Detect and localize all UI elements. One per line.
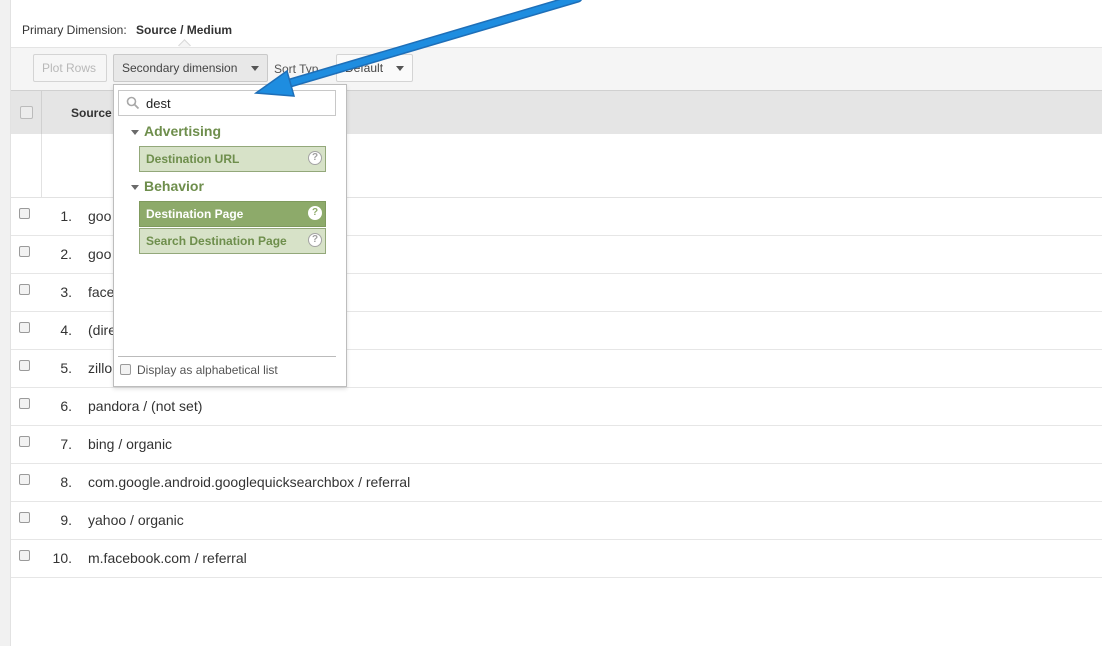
secondary-dimension-dropdown: Advertising Destination URL ? Behavior D… — [113, 84, 347, 387]
dimension-option-label: Destination URL — [146, 152, 240, 166]
row-checkbox[interactable] — [19, 246, 30, 257]
search-icon — [126, 96, 140, 110]
select-all-checkbox[interactable] — [20, 106, 33, 119]
row-number: 8. — [60, 474, 72, 490]
table-row: 9. yahoo / organic — [11, 502, 1102, 540]
row-number: 5. — [60, 360, 72, 376]
group-header-behavior[interactable]: Behavior — [131, 178, 204, 194]
row-number: 10. — [52, 550, 72, 566]
row-checkbox[interactable] — [19, 436, 30, 447]
row-number: 1. — [60, 208, 72, 224]
row-checkbox[interactable] — [19, 398, 30, 409]
dimension-search-box — [118, 90, 336, 116]
table-row: 6. pandora / (not set) — [11, 388, 1102, 426]
row-source[interactable]: com.google.android.googlequicksearchbox … — [88, 474, 410, 490]
column-divider — [41, 134, 42, 197]
dimension-option-search-destination-page[interactable]: Search Destination Page ? — [139, 228, 326, 254]
row-source[interactable]: m.facebook.com / referral — [88, 550, 247, 566]
row-source[interactable]: (dire — [88, 322, 116, 338]
table-row: 7. bing / organic — [11, 426, 1102, 464]
row-checkbox[interactable] — [19, 512, 30, 523]
dropdown-divider — [118, 356, 336, 357]
dimension-option-label: Search Destination Page — [146, 234, 287, 248]
sort-type-select[interactable]: Default — [336, 54, 413, 82]
chevron-down-icon — [251, 66, 259, 71]
column-header-source[interactable]: Source — [71, 106, 112, 120]
row-number: 9. — [60, 512, 72, 528]
row-checkbox[interactable] — [19, 474, 30, 485]
row-checkbox[interactable] — [19, 208, 30, 219]
table-row: 8. com.google.android.googlequicksearchb… — [11, 464, 1102, 502]
row-number: 2. — [60, 246, 72, 262]
secondary-dimension-label: Secondary dimension — [122, 61, 238, 75]
group-header-label: Behavior — [144, 178, 204, 194]
row-source[interactable]: yahoo / organic — [88, 512, 184, 528]
secondary-dimension-button[interactable]: Secondary dimension — [113, 54, 268, 82]
alphabetical-list-label: Display as alphabetical list — [137, 363, 278, 377]
row-source[interactable]: goo — [88, 208, 111, 224]
help-icon[interactable]: ? — [308, 233, 322, 247]
table-row: 10. m.facebook.com / referral — [11, 540, 1102, 578]
row-checkbox[interactable] — [19, 284, 30, 295]
primary-dimension: Primary Dimension: Source / Medium — [22, 23, 232, 37]
row-source[interactable]: zillo — [88, 360, 112, 376]
row-source[interactable]: face — [88, 284, 114, 300]
caret-down-icon — [131, 184, 139, 190]
group-header-label: Advertising — [144, 123, 222, 139]
alphabetical-list-checkbox[interactable] — [120, 364, 131, 376]
primary-dimension-label: Primary Dimension: — [22, 23, 127, 37]
header-select-cell — [11, 91, 42, 134]
sort-type-label: Sort Typ — [274, 62, 319, 76]
primary-dimension-value[interactable]: Source / Medium — [136, 23, 232, 37]
dimension-option-destination-page[interactable]: Destination Page ? — [139, 201, 326, 227]
row-number: 6. — [60, 398, 72, 414]
dimension-option-label: Destination Page — [146, 207, 244, 221]
caret-down-icon — [131, 129, 139, 135]
sort-type-value: Default — [345, 61, 384, 75]
row-number: 4. — [60, 322, 72, 338]
dimension-search-input[interactable] — [146, 93, 326, 113]
alphabetical-list-toggle[interactable]: Display as alphabetical list — [120, 363, 278, 377]
dimension-option-destination-url[interactable]: Destination URL ? — [139, 146, 326, 172]
left-gutter — [0, 0, 11, 646]
row-checkbox[interactable] — [19, 550, 30, 561]
row-source[interactable]: pandora / (not set) — [88, 398, 202, 414]
chevron-down-icon — [396, 66, 404, 71]
row-checkbox[interactable] — [19, 360, 30, 371]
help-icon[interactable]: ? — [308, 151, 322, 165]
row-checkbox[interactable] — [19, 322, 30, 333]
row-number: 7. — [60, 436, 72, 452]
row-number: 3. — [60, 284, 72, 300]
row-source[interactable]: bing / organic — [88, 436, 172, 452]
group-header-advertising[interactable]: Advertising — [131, 123, 221, 139]
help-icon[interactable]: ? — [308, 206, 322, 220]
plot-rows-button[interactable]: Plot Rows — [33, 54, 107, 82]
row-source[interactable]: goo — [88, 246, 111, 262]
